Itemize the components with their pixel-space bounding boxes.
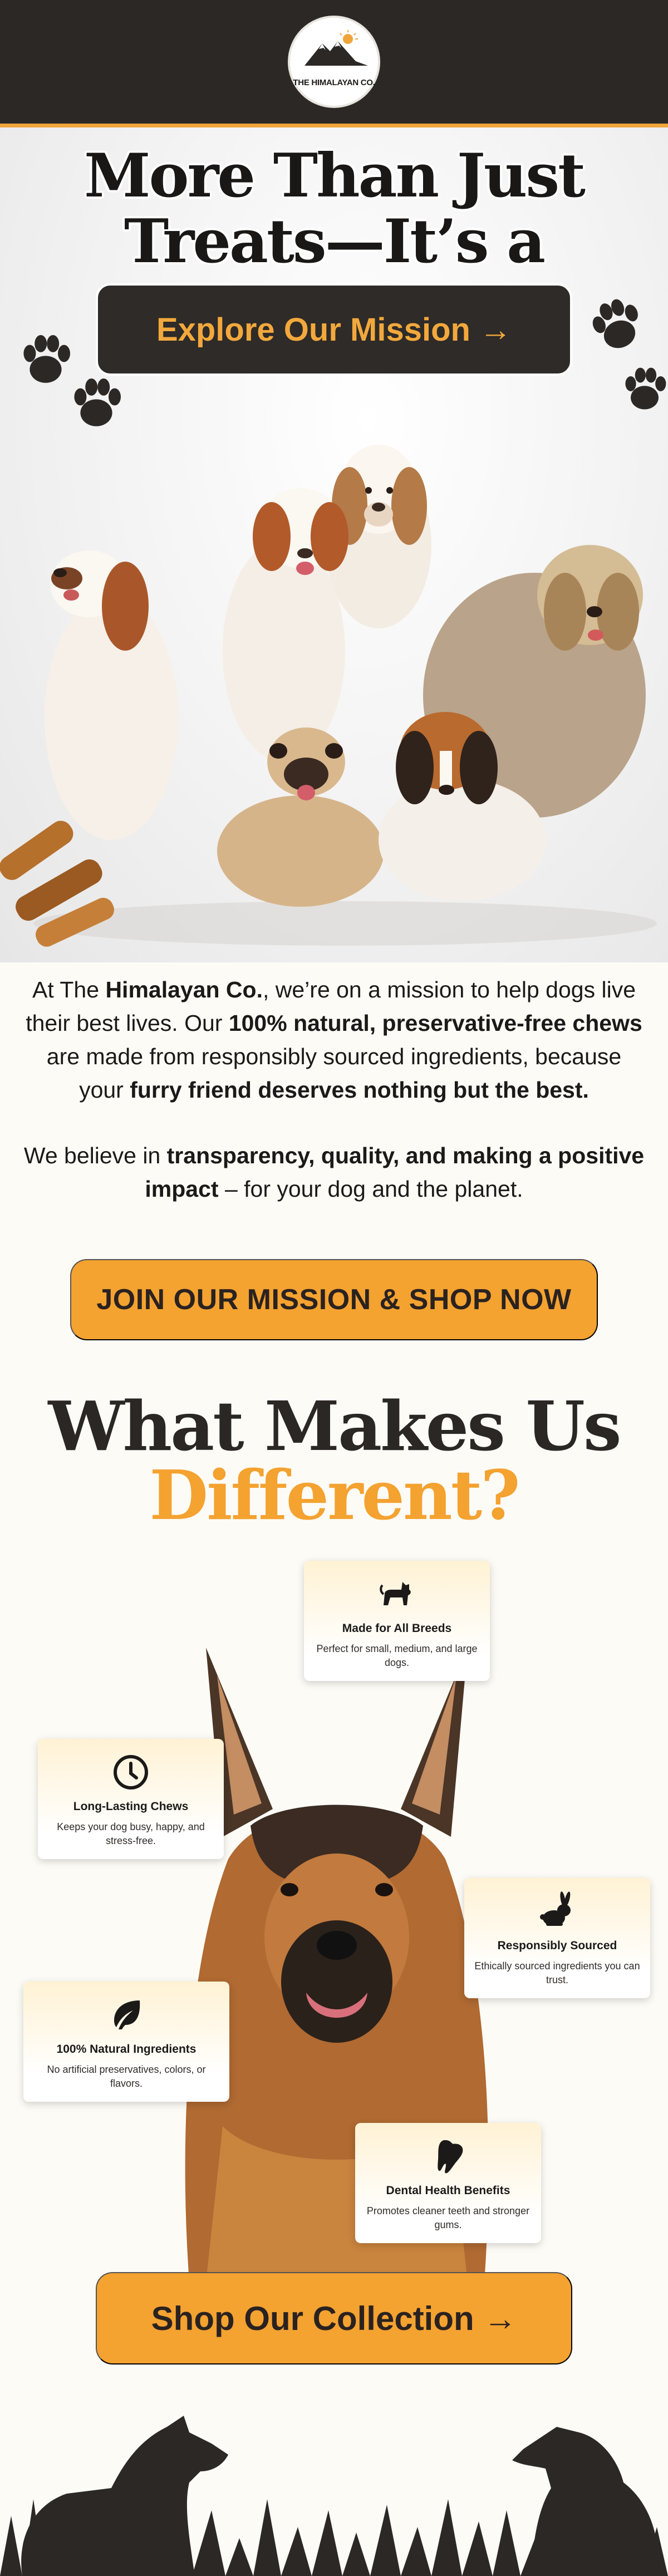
body-text: – for your dog and the planet. [218, 1176, 523, 1202]
feature-card-long-lasting: Long-Lasting Chews Keeps your dog busy, … [38, 1739, 224, 1859]
emphasis-text: furry friend deserves nothing but the be… [130, 1077, 589, 1103]
brittany-dog [223, 488, 348, 762]
emphasis-text: 100% natural, preservative-free chews [228, 1010, 642, 1036]
hound-dog-left [45, 550, 178, 840]
mission-text: At The Himalayan Co., we’re on a mission… [22, 973, 646, 1206]
feature-title: Made for All Breeds [342, 1622, 452, 1635]
site-header: THE HIMALAYAN CO. [0, 0, 668, 124]
hero-title-line2: Treats—It’s a [124, 207, 546, 264]
clock-icon [114, 1755, 148, 1790]
dog-icon [380, 1582, 411, 1605]
body-text: We believe in [23, 1143, 167, 1168]
brand-name: THE HIMALAYAN CO. [293, 78, 375, 87]
pug-dog [217, 727, 384, 907]
feature-card-dental: Dental Health Benefits Promotes cleaner … [355, 2123, 541, 2243]
hero-section: More Than Just Treats—It’s a Explore Our… [0, 127, 668, 962]
feature-description: Ethically sourced ingredients you can tr… [474, 1960, 640, 1985]
feature-description: Keeps your dog busy, happy, and stress-f… [57, 1821, 205, 1846]
leaf-icon [114, 2000, 140, 2029]
dogs-grass-silhouette [0, 2416, 668, 2576]
feature-description: Promotes cleaner teeth and stronger gums… [366, 2205, 530, 2230]
mission-paragraph-1: At The Himalayan Co., we’re on a mission… [22, 973, 646, 1107]
feature-card-natural: 100% Natural Ingredients No artificial p… [23, 1982, 229, 2102]
explore-mission-button[interactable]: Explore Our Mission → [96, 283, 572, 376]
different-title-line1: What Makes Us [48, 1386, 621, 1466]
paw-icon [592, 299, 638, 348]
tooth-icon [438, 2140, 463, 2174]
paw-icon [74, 378, 121, 426]
rabbit-icon [540, 1891, 571, 1926]
brand-logo[interactable]: THE HIMALAYAN CO. [288, 16, 380, 108]
emphasis-text: Himalayan Co. [105, 977, 263, 1002]
shop-collection-button[interactable]: Shop Our Collection → [96, 2272, 572, 2364]
mountain-sun-icon [304, 30, 368, 66]
different-section-title: What Makes Us Different? [0, 1392, 668, 1530]
different-title-line2: Different? [149, 1455, 520, 1535]
join-mission-shop-button[interactable]: JOIN OUR MISSION & SHOP NOW [70, 1259, 598, 1340]
paw-icon [625, 367, 666, 410]
feature-title: Responsibly Sourced [497, 1939, 617, 1952]
feature-title: Dental Health Benefits [386, 2184, 510, 2197]
hero-title-line1: More Than Just [84, 143, 586, 211]
mission-paragraph-2: We believe in transparency, quality, and… [22, 1139, 646, 1206]
hero-title: More Than Just Treats—It’s a [0, 143, 668, 264]
feature-card-responsibly-sourced: Responsibly Sourced Ethically sourced in… [464, 1878, 650, 1998]
feature-title: Long-Lasting Chews [73, 1800, 189, 1813]
feature-description: Perfect for small, medium, and large dog… [316, 1643, 478, 1668]
feature-card-all-breeds: Made for All Breeds Perfect for small, m… [304, 1561, 490, 1681]
dogs-group-image [0, 445, 657, 947]
header-accent-line [0, 124, 668, 127]
body-text: At The [32, 977, 106, 1002]
feature-description: No artificial preservatives, colors, or … [47, 2064, 206, 2089]
feature-title: 100% Natural Ingredients [56, 2043, 197, 2056]
